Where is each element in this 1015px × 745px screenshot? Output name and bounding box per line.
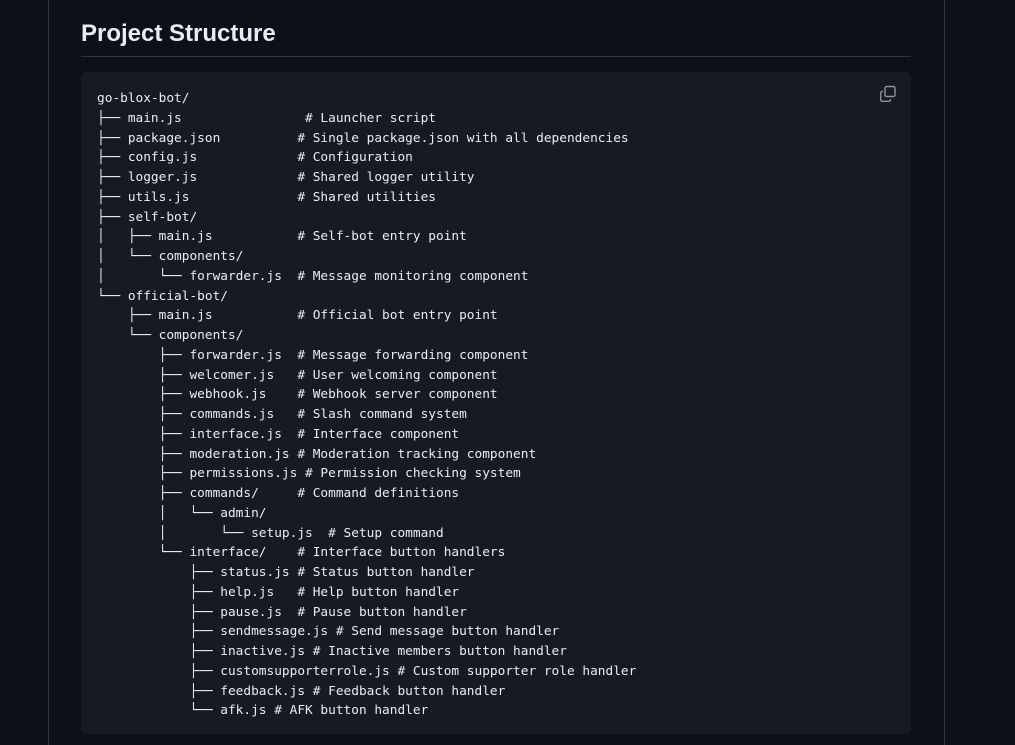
code-line: go-blox-bot/ xyxy=(97,91,190,106)
code-line: │ └── forwarder.js # Message monitoring … xyxy=(97,268,529,284)
code-line: ├── commands.js # Slash command system xyxy=(97,407,467,422)
code-line: ├── interface.js # Interface component xyxy=(97,426,460,442)
code-text[interactable]: go-blox-bot/ ├── main.js # Launcher scri… xyxy=(97,89,636,721)
code-line: ├── welcomer.js # User welcoming compone… xyxy=(97,367,498,383)
code-line: └── official-bot/ xyxy=(97,288,228,304)
copy-button[interactable] xyxy=(879,85,897,103)
code-line: │ └── setup.js # Setup command xyxy=(97,525,444,541)
code-line: ├── webhook.js # Webhook server componen… xyxy=(97,387,498,403)
copy-icon xyxy=(879,85,897,103)
code-line: ├── permissions.js # Permission checking… xyxy=(97,466,521,482)
code-line: └── components/ xyxy=(97,328,244,343)
code-line: └── afk.js # AFK button handler xyxy=(97,703,429,719)
code-line: ├── help.js # Help button handler xyxy=(97,584,460,600)
code-block: go-blox-bot/ ├── main.js # Launcher scri… xyxy=(81,72,911,734)
code-line: ├── status.js # Status button handler xyxy=(97,565,475,580)
code-line: ├── forwarder.js # Message forwarding co… xyxy=(97,347,529,363)
code-line: ├── moderation.js # Moderation tracking … xyxy=(97,446,537,462)
code-line: ├── utils.js # Shared utilities xyxy=(97,189,436,205)
code-line: │ └── components/ xyxy=(97,249,244,264)
code-line: ├── self-bot/ xyxy=(97,209,198,225)
page: Project Structure go-blox-bot/ ├── main.… xyxy=(0,0,1015,745)
code-line: ├── feedback.js # Feedback button handle… xyxy=(97,683,506,699)
code-line: ├── pause.js # Pause button handler xyxy=(97,604,467,620)
code-line: ├── main.js # Official bot entry point xyxy=(97,308,498,324)
code-line: ├── customsupporterrole.js # Custom supp… xyxy=(97,663,637,679)
code-line: ├── logger.js # Shared logger utility xyxy=(97,170,475,185)
code-line: ├── commands/ # Command definitions xyxy=(97,486,460,501)
code-line: │ └── admin/ xyxy=(97,505,267,521)
code-line: └── interface/ # Interface button handle… xyxy=(97,545,506,561)
code-line: │ ├── main.js # Self-bot entry point xyxy=(97,229,467,245)
section-heading: Project Structure xyxy=(81,18,911,57)
code-line: ├── sendmessage.js # Send message button… xyxy=(97,624,560,640)
code-line: ├── inactive.js # Inactive members butto… xyxy=(97,644,567,659)
code-line: ├── package.json # Single package.json w… xyxy=(97,130,629,146)
code-line: ├── main.js # Launcher script xyxy=(97,110,436,126)
code-line: ├── config.js # Configuration xyxy=(97,150,413,166)
markdown-content: Project Structure go-blox-bot/ ├── main.… xyxy=(48,0,945,745)
